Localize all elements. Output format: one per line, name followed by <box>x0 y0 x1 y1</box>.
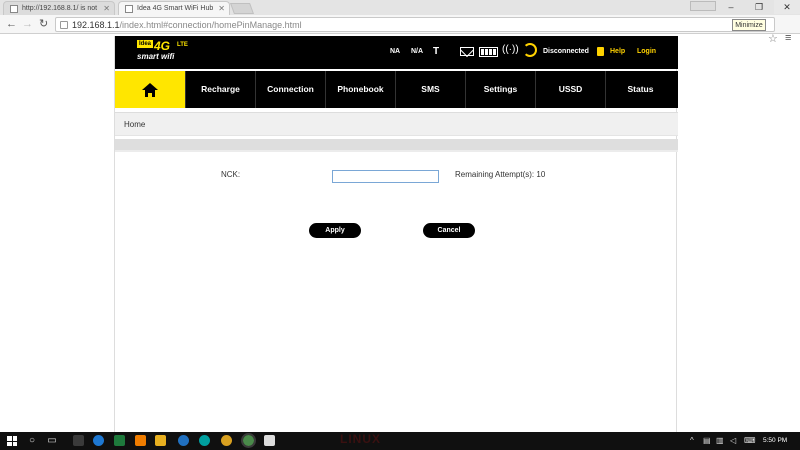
start-button[interactable] <box>7 436 17 446</box>
notification-icon[interactable]: ▤ <box>703 436 711 445</box>
network-type: N/A <box>411 48 424 55</box>
login-link[interactable]: Login <box>637 48 656 55</box>
nck-input[interactable] <box>332 170 439 183</box>
address-bar[interactable]: 192.168.1.1/index.html#connection/homePi… <box>55 17 775 32</box>
page-icon <box>10 5 18 13</box>
sync-icon <box>523 43 537 57</box>
maximize-button[interactable]: ❐ <box>746 0 772 14</box>
vlc-icon[interactable] <box>135 435 146 446</box>
chrome-icon[interactable] <box>221 435 232 446</box>
nav-recharge[interactable]: Recharge <box>185 71 255 108</box>
network-name: NA <box>390 48 401 55</box>
breadcrumb: Home <box>115 112 678 136</box>
task-view-icon[interactable]: ▭ <box>46 435 58 447</box>
nav-connection[interactable]: Connection <box>255 71 325 108</box>
main-nav: Recharge Connection Phonebook SMS Settin… <box>115 71 678 108</box>
bookmark-star-icon[interactable]: ☆ <box>768 32 778 45</box>
excel-icon[interactable] <box>114 435 125 446</box>
nav-home[interactable] <box>115 71 185 108</box>
search-icon[interactable]: ○ <box>26 435 38 447</box>
remaining-attempts: Remaining Attempt(s): 10 <box>455 170 546 179</box>
wifi-icon: ((·)) <box>502 44 519 55</box>
watermark: LINUX <box>340 432 381 446</box>
logo-smart-wifi: smart wifi <box>137 52 175 61</box>
tab-title: http://192.168.8.1/ is not <box>22 5 98 12</box>
taskbar: ○ ▭ LINUX ^ ▤ ▥ ◁ ⌨ 5:50 PM <box>0 432 800 450</box>
tab-title: Idea 4G Smart WiFi Hub <box>137 5 214 12</box>
router-page: Idea 4G LTE smart wifi NA N/A T ((·)) Di… <box>114 36 678 434</box>
mail-icon[interactable] <box>460 47 474 56</box>
battery-icon <box>479 47 498 57</box>
browser-tab-strip: http://192.168.8.1/ is not ✕ Idea 4G Sma… <box>0 0 800 15</box>
nav-status[interactable]: Status <box>605 71 675 108</box>
keyboard-icon[interactable]: ⌨ <box>744 436 756 445</box>
url-path: /index.html#connection/homePinManage.htm… <box>119 20 302 30</box>
header-bar: Idea 4G LTE smart wifi NA N/A T ((·)) Di… <box>115 36 678 69</box>
minimize-button[interactable]: – <box>718 0 744 14</box>
clock[interactable]: 5:50 PM <box>763 437 787 444</box>
nav-ussd[interactable]: USSD <box>535 71 605 108</box>
apply-button[interactable]: Apply <box>309 223 361 238</box>
back-icon[interactable]: ← <box>6 18 17 30</box>
browser-tab-2[interactable]: Idea 4G Smart WiFi Hub ✕ <box>118 1 230 15</box>
app-icon[interactable] <box>178 435 189 446</box>
nav-phonebook[interactable]: Phonebook <box>325 71 395 108</box>
menu-icon[interactable]: ≡ <box>785 32 791 44</box>
browser-tab-1[interactable]: http://192.168.8.1/ is not ✕ <box>3 1 115 15</box>
section-divider <box>115 139 678 152</box>
close-icon[interactable]: ✕ <box>103 4 110 13</box>
help-icon[interactable] <box>597 47 604 56</box>
file-explorer-icon[interactable] <box>155 435 166 446</box>
help-link[interactable]: Help <box>610 48 625 55</box>
new-tab-button[interactable] <box>229 3 255 14</box>
edge-icon[interactable] <box>93 435 104 446</box>
app-icon[interactable] <box>73 435 84 446</box>
profile-badge[interactable] <box>690 1 716 11</box>
nck-label: NCK: <box>221 170 241 179</box>
signal-antenna-icon: T <box>433 46 440 57</box>
logo-4g: 4G <box>154 39 171 53</box>
network-icon[interactable]: ▥ <box>716 436 724 445</box>
nav-settings[interactable]: Settings <box>465 71 535 108</box>
minimize-tooltip: Minimize <box>732 19 766 31</box>
connection-status: Disconnected <box>543 48 589 55</box>
page-info-icon[interactable] <box>60 21 68 29</box>
cancel-button[interactable]: Cancel <box>423 223 475 238</box>
nav-sms[interactable]: SMS <box>395 71 465 108</box>
close-window-button[interactable]: ✕ <box>774 0 800 14</box>
forward-icon[interactable]: → <box>22 18 33 30</box>
url-host: 192.168.1.1 <box>72 20 120 30</box>
reload-icon[interactable]: ↻ <box>39 18 48 30</box>
photos-icon[interactable] <box>264 435 275 446</box>
logo-lte: LTE <box>177 42 188 48</box>
chrome-icon[interactable] <box>241 433 256 448</box>
close-icon[interactable]: ✕ <box>218 4 225 13</box>
browser-toolbar: ← → ↻ 192.168.1.1/index.html#connection/… <box>0 15 800 45</box>
home-icon <box>142 82 158 97</box>
logo-idea: Idea <box>137 40 154 48</box>
page-icon <box>125 5 133 13</box>
tray-chevron-icon[interactable]: ^ <box>690 436 694 445</box>
volume-icon[interactable]: ◁ <box>730 436 736 445</box>
app-icon[interactable] <box>199 435 210 446</box>
